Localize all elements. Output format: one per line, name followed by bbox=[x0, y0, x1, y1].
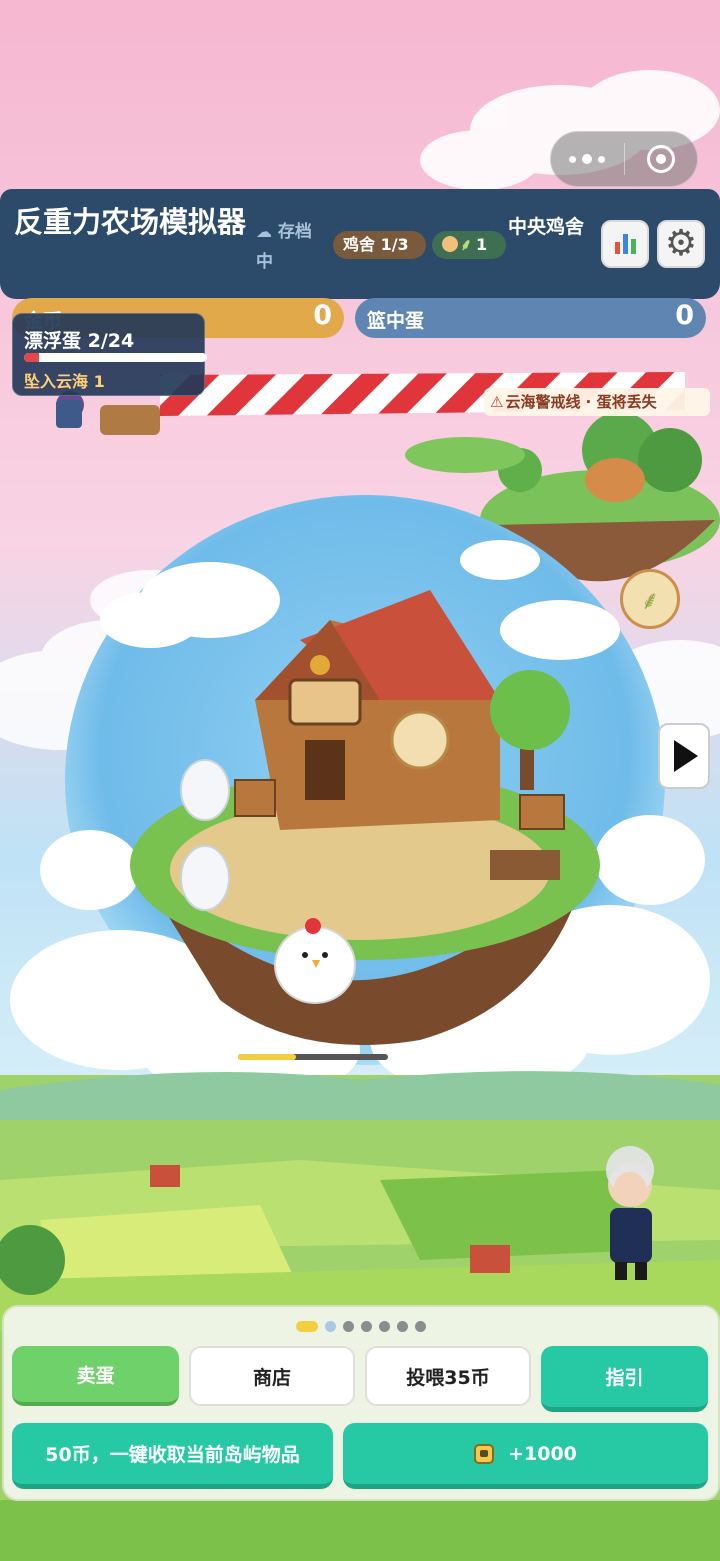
page-dot[interactable] bbox=[397, 1321, 408, 1332]
floating-egg-count: 漂浮蛋 2/24 bbox=[24, 330, 135, 352]
stats-button[interactable] bbox=[601, 220, 649, 268]
page-dot[interactable] bbox=[415, 1321, 426, 1332]
current-location: 中央鸡舍 bbox=[508, 216, 585, 238]
warning-text: 云海警戒线 · 蛋将丢失 bbox=[505, 393, 657, 411]
feed-button[interactable]: 投喂35币 bbox=[365, 1346, 531, 1406]
more-button[interactable] bbox=[551, 132, 624, 186]
shop-button[interactable]: 商店 bbox=[189, 1346, 355, 1406]
wheat-icon: ⸙ bbox=[460, 235, 473, 254]
worker-count: 1 bbox=[476, 235, 488, 254]
collect-all-button[interactable]: 50币，一键收取当前岛屿物品 bbox=[12, 1423, 333, 1489]
gear-icon: ⚙ bbox=[664, 223, 698, 264]
fallen-egg-count: 坠入云海 1 bbox=[24, 372, 105, 391]
worker-count-badge[interactable]: ⸙ 1 bbox=[432, 231, 506, 259]
play-arrow-icon bbox=[674, 740, 698, 772]
sell-eggs-button[interactable]: 卖蛋 bbox=[12, 1346, 179, 1406]
cloud-sea-warning-label: ⚠ 云海警戒线 · 蛋将丢失 bbox=[484, 388, 710, 416]
ad-reward-label: +1000 bbox=[508, 1442, 577, 1465]
page-dot[interactable] bbox=[361, 1321, 372, 1332]
page-indicator bbox=[296, 1321, 426, 1332]
worker-face-icon bbox=[442, 236, 458, 252]
bar-chart-icon bbox=[614, 234, 636, 254]
gold-value: 0 bbox=[313, 300, 332, 331]
basket-value: 0 bbox=[675, 300, 694, 331]
floating-egg-progress bbox=[24, 353, 207, 362]
page-dot[interactable] bbox=[296, 1321, 318, 1332]
scientist-character bbox=[606, 1146, 654, 1280]
page-dot[interactable] bbox=[343, 1321, 354, 1332]
wheat-feed-badge[interactable]: ⸙ bbox=[620, 569, 680, 629]
basket-label: 篮中蛋 bbox=[367, 310, 425, 332]
page-dot[interactable] bbox=[379, 1321, 390, 1332]
warning-icon: ⚠ bbox=[490, 393, 504, 411]
game-title: 反重力农场模拟器 bbox=[14, 205, 247, 239]
wheat-icon: ⸙ bbox=[640, 586, 660, 616]
floating-egg-progress-fill bbox=[24, 353, 40, 362]
floating-egg-panel: 漂浮蛋 2/24 坠入云海 1 bbox=[12, 313, 207, 396]
more-dots-icon bbox=[569, 154, 606, 164]
guide-button[interactable]: 指引 bbox=[541, 1346, 708, 1412]
tv-icon bbox=[474, 1443, 495, 1464]
close-button[interactable] bbox=[625, 132, 698, 186]
settings-button[interactable]: ⚙ bbox=[657, 220, 705, 268]
save-status: ☁ 存档中 bbox=[256, 217, 322, 277]
target-circle-icon bbox=[646, 145, 675, 173]
watch-ad-reward-button[interactable]: +1000 bbox=[343, 1423, 708, 1489]
next-island-button[interactable] bbox=[658, 723, 710, 789]
mini-program-capsule bbox=[550, 131, 698, 187]
basket-counter: 篮中蛋 0 bbox=[355, 298, 706, 338]
cloud-icon: ☁ bbox=[256, 222, 272, 241]
coop-count-badge[interactable]: 鸡舍 1/3 bbox=[333, 231, 426, 259]
page-dot[interactable] bbox=[325, 1321, 336, 1332]
